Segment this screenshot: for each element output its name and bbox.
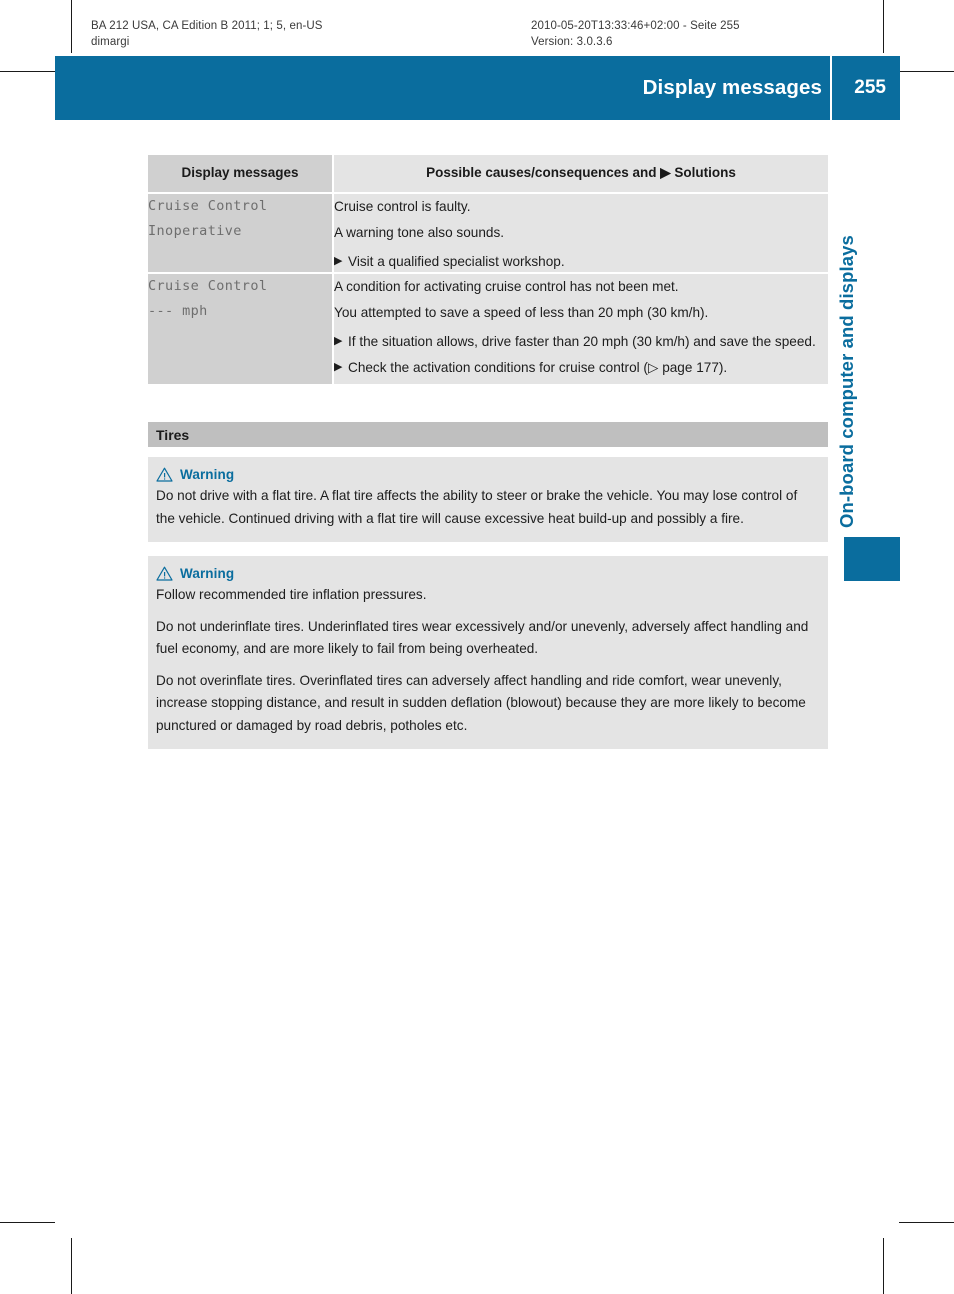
solution-text: If the situation allows, drive faster th… — [348, 334, 816, 349]
warning-paragraph: Follow recommended tire inflation pressu… — [156, 587, 427, 602]
crop-mark-top-right-vertical — [883, 0, 884, 53]
warning-paragraph: Do not underinflate tires. Underinflated… — [156, 618, 809, 657]
table-cell-message: Cruise Control --- mph — [148, 274, 332, 386]
table-header-row: Display messages Possible causes/consequ… — [148, 155, 828, 194]
crop-mark-bottom-right-horizontal — [899, 1222, 954, 1223]
solution-triangle-icon: ▶ — [334, 335, 343, 347]
cause-line: A warning tone also sounds. — [334, 225, 505, 240]
running-head-right: 2010-05-20T13:33:46+02:00 - Seite 255 Ve… — [531, 20, 740, 48]
display-messages-table: Display messages Possible causes/consequ… — [148, 155, 828, 386]
page-content: Display messages Possible causes/consequ… — [148, 155, 828, 749]
solution-bullet: ▶ Visit a qualified specialist workshop. — [334, 251, 828, 272]
thumb-index-tab — [844, 537, 900, 581]
solution-triangle-icon: ▶ — [334, 361, 343, 373]
warning-header: Warning — [156, 566, 818, 581]
table-cell-message: Cruise Control Inoperative — [148, 194, 332, 274]
solution-bullet: ▶ If the situation allows, drive faster … — [334, 331, 828, 352]
section-heading-tires: Tires — [148, 422, 828, 447]
warning-triangle-icon — [156, 467, 173, 482]
solution-triangle-icon: ▶ — [334, 255, 343, 267]
crop-mark-bottom-left-vertical — [71, 1238, 72, 1294]
table-cell-solutions: A condition for activating cruise contro… — [332, 274, 828, 386]
table-cell-solutions: Cruise control is faulty. A warning tone… — [332, 194, 828, 274]
table-header-message-label: Display messages — [181, 165, 299, 180]
page-title: Display messages — [642, 76, 822, 99]
solution-text: Visit a qualified specialist workshop. — [348, 254, 565, 269]
crop-mark-bottom-left-horizontal — [0, 1222, 55, 1223]
table-header-cell-solutions: Possible causes/consequences and ▶ Solut… — [332, 155, 828, 194]
warning-title: Warning — [180, 467, 235, 482]
warning-header: Warning — [156, 467, 818, 482]
table-row: Cruise Control Inoperative Cruise contro… — [148, 194, 828, 274]
solution-bullet: ▶ Check the activation conditions for cr… — [334, 357, 828, 378]
cause-line: Cruise control is faulty. — [334, 199, 471, 214]
display-message-text: Cruise Control Inoperative — [148, 198, 268, 239]
warning-box: Warning Follow recommended tire inflatio… — [148, 556, 828, 749]
warning-triangle-icon — [156, 566, 173, 581]
page-banner: Display messages 255 — [55, 56, 900, 120]
warning-paragraph: Do not overinflate tires. Overinflated t… — [156, 672, 806, 733]
banner-divider — [830, 56, 832, 120]
thumb-index-label: On-board computer and displays — [836, 235, 857, 528]
running-head-left: BA 212 USA, CA Edition B 2011; 1; 5, en-… — [91, 20, 323, 48]
cause-line: A condition for activating cruise contro… — [334, 279, 679, 294]
warning-title: Warning — [180, 566, 235, 581]
section-heading-label: Tires — [156, 426, 190, 443]
table-row: Cruise Control --- mph A condition for a… — [148, 274, 828, 386]
row-spacer — [334, 378, 828, 384]
crop-mark-top-left-horizontal — [0, 71, 55, 72]
cause-line: You attempted to save a speed of less th… — [334, 305, 709, 320]
crop-mark-bottom-right-vertical — [883, 1238, 884, 1294]
table-header-cell-message: Display messages — [148, 155, 332, 194]
display-message-text: Cruise Control --- mph — [148, 278, 268, 319]
warning-paragraph: Do not drive with a flat tire. A flat ti… — [156, 488, 798, 526]
warning-box: Warning Do not drive with a flat tire. A… — [148, 457, 828, 542]
table-header-solutions-label: Possible causes/consequences and ▶ Solut… — [426, 165, 736, 180]
crop-mark-top-left-vertical — [71, 0, 72, 53]
solution-text[interactable]: Check the activation conditions for crui… — [348, 360, 727, 375]
crop-mark-top-right-horizontal — [899, 71, 954, 72]
page-number: 255 — [854, 77, 886, 98]
